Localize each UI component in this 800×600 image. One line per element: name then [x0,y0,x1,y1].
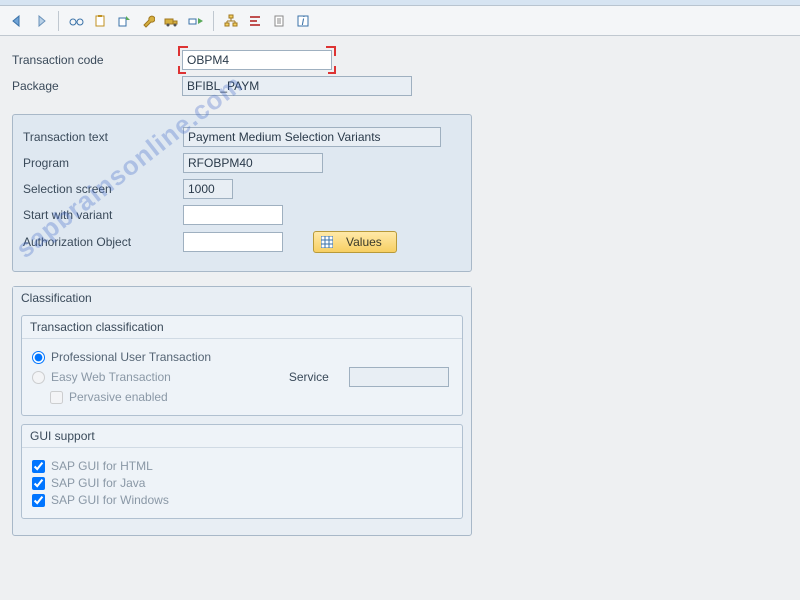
values-button[interactable]: Values [313,231,397,253]
tx-classification-title: Transaction classification [22,316,462,339]
toolbar: i [0,6,800,36]
radio-easyweb[interactable]: Easy Web Transaction [32,370,171,384]
radio-professional[interactable]: Professional User Transaction [32,350,452,364]
transaction-text-field: Payment Medium Selection Variants [183,127,441,147]
transport-icon[interactable] [161,10,183,32]
checkbox-gui-windows-input[interactable] [32,494,45,507]
classification-title: Classification [13,287,471,309]
checkbox-pervasive[interactable]: Pervasive enabled [50,390,452,404]
service-label: Service [289,370,329,384]
radio-professional-input[interactable] [32,351,45,364]
back-icon[interactable] [6,10,28,32]
table-icon [320,235,334,249]
page-icon[interactable] [268,10,290,32]
export-icon[interactable] [113,10,135,32]
checkbox-gui-java-input[interactable] [32,477,45,490]
checkbox-gui-html-input[interactable] [32,460,45,473]
transaction-text-label: Transaction text [23,130,183,144]
selection-screen-label: Selection screen [23,182,183,196]
radio-easyweb-label: Easy Web Transaction [51,370,171,384]
auth-object-label: Authorization Object [23,235,183,249]
package-label: Package [12,79,182,93]
checkbox-gui-windows[interactable]: SAP GUI for Windows [32,493,452,507]
gui-support-group: GUI support SAP GUI for HTML SAP GUI for… [21,424,463,519]
program-label: Program [23,156,183,170]
tx-classification-group: Transaction classification Professional … [21,315,463,416]
checkbox-gui-html-label: SAP GUI for HTML [51,459,153,473]
checkbox-gui-java-label: SAP GUI for Java [51,476,145,490]
start-variant-field[interactable] [183,205,283,225]
checkbox-gui-windows-label: SAP GUI for Windows [51,493,169,507]
gui-support-title: GUI support [22,425,462,448]
svg-text:i: i [302,14,305,28]
clipboard-icon[interactable] [89,10,111,32]
values-button-label: Values [346,235,382,249]
checkbox-pervasive-label: Pervasive enabled [69,390,168,404]
info-icon[interactable]: i [292,10,314,32]
details-panel: Transaction text Payment Medium Selectio… [12,114,472,272]
wrench-icon[interactable] [137,10,159,32]
checkbox-gui-java[interactable]: SAP GUI for Java [32,476,452,490]
align-icon[interactable] [244,10,266,32]
transaction-code-label: Transaction code [12,53,182,67]
truck-arrow-icon[interactable] [185,10,207,32]
radio-easyweb-input[interactable] [32,371,45,384]
checkbox-pervasive-input[interactable] [50,391,63,404]
checkbox-gui-html[interactable]: SAP GUI for HTML [32,459,452,473]
radio-professional-label: Professional User Transaction [51,350,211,364]
forward-icon[interactable] [30,10,52,32]
glasses-icon[interactable] [65,10,87,32]
service-field [349,367,449,387]
start-variant-label: Start with variant [23,208,183,222]
auth-object-field[interactable] [183,232,283,252]
program-field: RFOBPM40 [183,153,323,173]
classification-group: Classification Transaction classificatio… [12,286,472,536]
package-field: BFIBL_PAYM [182,76,412,96]
hierarchy-icon[interactable] [220,10,242,32]
selection-screen-field: 1000 [183,179,233,199]
transaction-code-field[interactable]: OBPM4 [182,50,332,70]
